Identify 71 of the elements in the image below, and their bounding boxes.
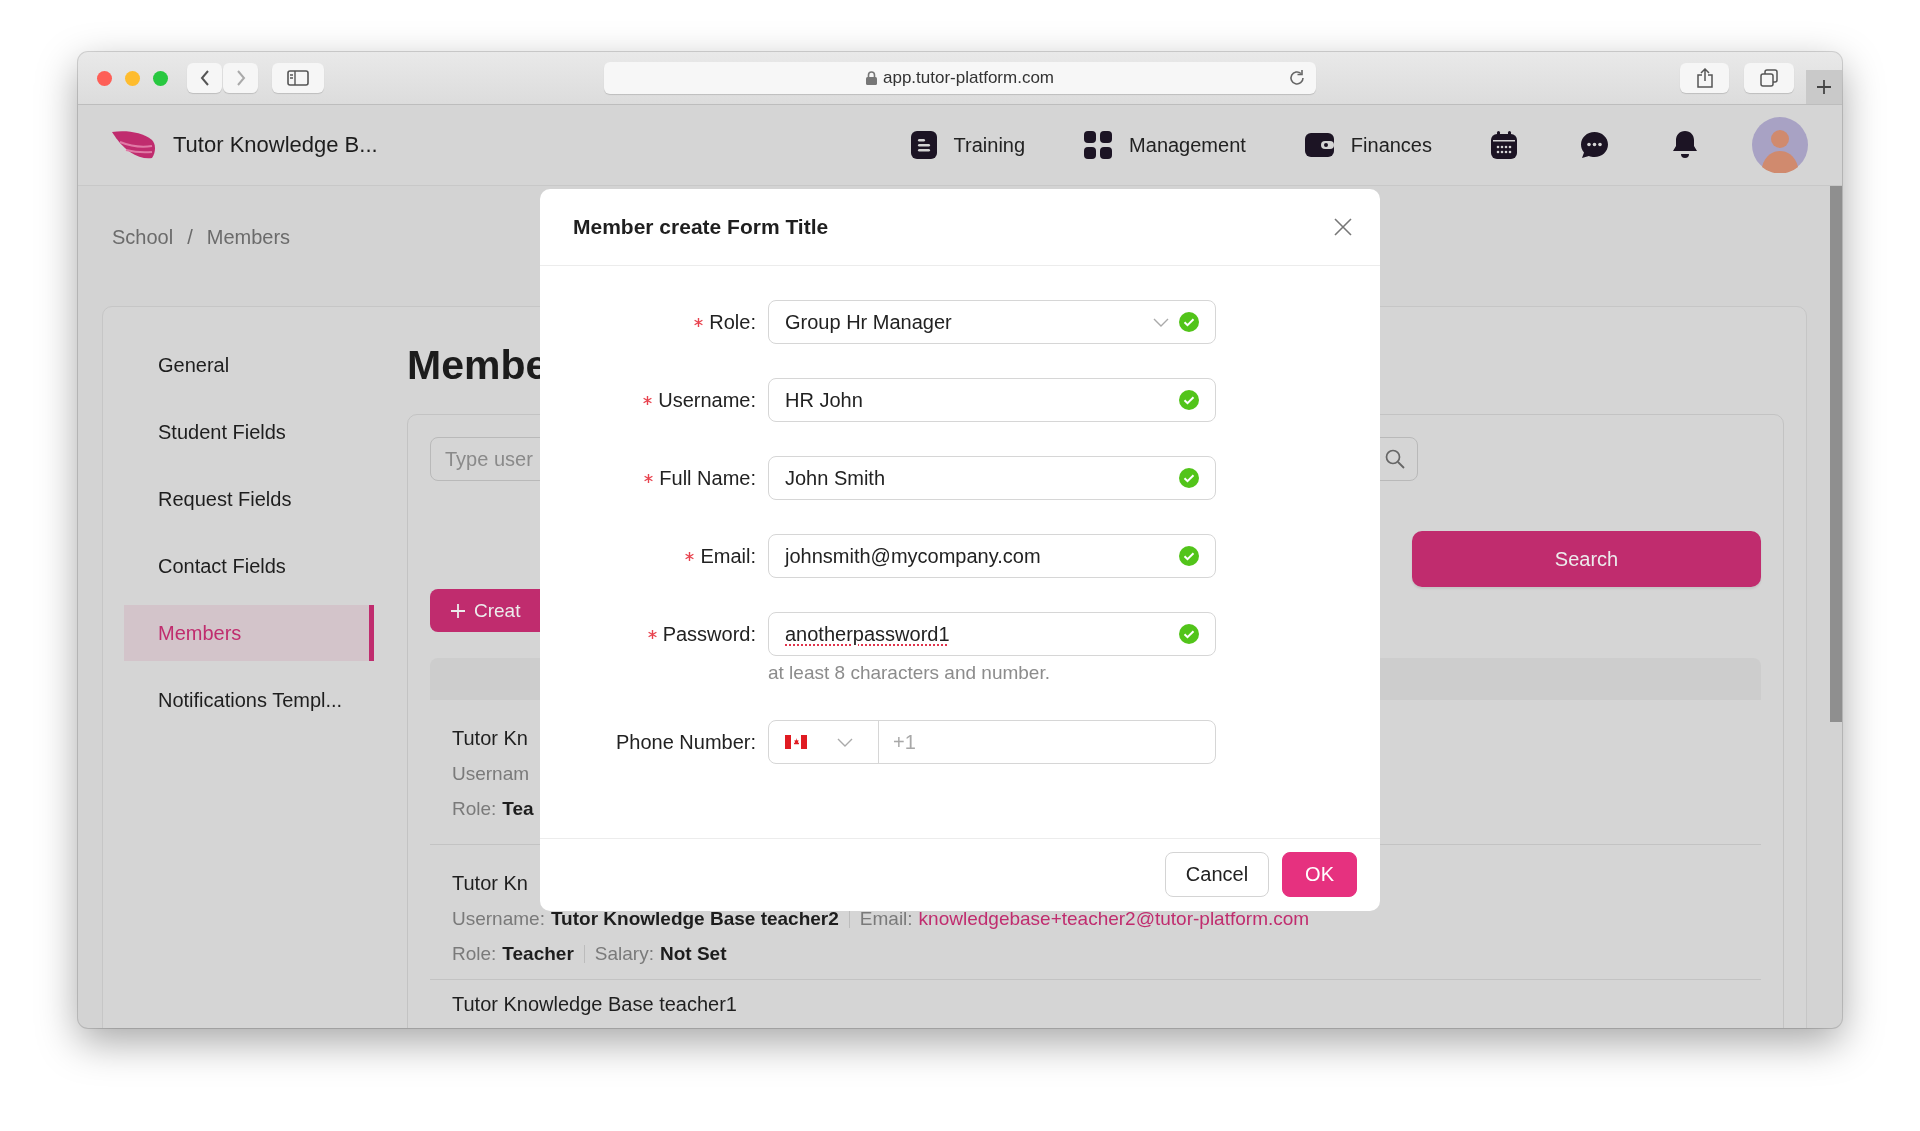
page-title: Membe xyxy=(407,341,549,390)
nav-link[interactable]: Management xyxy=(1084,131,1246,159)
field-label: Password: xyxy=(662,622,756,646)
sidebar-item[interactable]: Notifications Templ... xyxy=(124,672,374,728)
grid-icon xyxy=(1084,131,1113,159)
tabs-icon xyxy=(1760,69,1778,87)
tabs-button[interactable] xyxy=(1744,63,1794,93)
new-tab-button[interactable] xyxy=(1806,70,1842,104)
field-label: Role: xyxy=(709,310,756,334)
field-label: Email: xyxy=(700,544,756,568)
field-value: Not Set xyxy=(659,942,727,966)
plus-icon xyxy=(450,602,466,619)
search-button[interactable]: Search xyxy=(1412,531,1761,587)
document-icon xyxy=(910,131,937,159)
share-icon xyxy=(1696,68,1713,88)
calendar-icon[interactable] xyxy=(1491,131,1517,159)
sidebar-icon xyxy=(287,70,309,86)
field-label: Salary: xyxy=(594,942,654,966)
input-field[interactable]: HR John xyxy=(768,378,1216,422)
back-icon xyxy=(199,70,210,86)
chevron-down-icon xyxy=(1153,317,1169,327)
dialog-title: Member create Form Title xyxy=(573,215,829,239)
reload-icon[interactable] xyxy=(1288,69,1306,87)
back-button[interactable] xyxy=(187,63,222,93)
forward-icon xyxy=(235,70,246,86)
breadcrumb-link[interactable]: Members xyxy=(206,225,291,249)
close-icon xyxy=(1334,218,1352,236)
create-button[interactable]: Creat xyxy=(430,589,540,632)
close-window-button[interactable] xyxy=(97,70,112,86)
sidebar-button[interactable] xyxy=(272,63,324,93)
notification-bell-icon[interactable] xyxy=(1672,130,1698,160)
app-name: Tutor Knowledge B... xyxy=(173,132,378,158)
role-select[interactable]: Group Hr Manager xyxy=(768,300,1216,344)
field-label: Username: xyxy=(452,907,545,931)
input-field[interactable]: johnsmith@mycompany.com xyxy=(768,534,1216,578)
input-field[interactable]: anotherpassword1 xyxy=(768,612,1216,656)
field-label: Role: xyxy=(452,797,497,821)
address-bar[interactable]: app.tutor-platform.com xyxy=(604,62,1316,94)
field-value: Tea xyxy=(502,797,534,821)
ok-button[interactable]: OK xyxy=(1282,851,1357,897)
breadcrumb-separator: / xyxy=(187,225,193,249)
plus-icon xyxy=(1816,79,1832,95)
member-name: Tutor Kn xyxy=(452,871,528,896)
field-label: Phone Number: xyxy=(615,730,756,754)
help-text: at least 8 characters and number. xyxy=(768,661,1051,685)
scrollbar-thumb[interactable] xyxy=(1830,186,1842,722)
member-name: Tutor Knowledge Base teacher1 xyxy=(452,992,737,1017)
field-label: Username: xyxy=(658,388,756,412)
cancel-button[interactable]: Cancel xyxy=(1164,851,1270,897)
field-label: Role: xyxy=(452,942,497,966)
sidebar-item[interactable]: General xyxy=(124,337,374,393)
field-value: Teacher xyxy=(502,942,574,966)
url-text: app.tutor-platform.com xyxy=(883,68,1054,88)
sidebar-item[interactable]: Student Fields xyxy=(124,404,374,460)
share-button[interactable] xyxy=(1680,63,1729,93)
input-field[interactable]: John Smith xyxy=(768,456,1216,500)
sidebar-item[interactable]: Request Fields xyxy=(124,471,374,527)
lock-icon xyxy=(866,71,877,85)
wing-logo[interactable] xyxy=(112,130,156,160)
nav-link[interactable]: Finances xyxy=(1304,133,1432,157)
breadcrumb-link[interactable]: School xyxy=(112,225,174,249)
field-label: Email: xyxy=(859,907,913,931)
wallet-icon xyxy=(1304,133,1334,157)
field-label: Usernam xyxy=(452,762,530,786)
sidebar-item[interactable]: Contact Fields xyxy=(124,538,374,594)
field-value: Tutor Knowledge Base teacher2 xyxy=(550,907,839,931)
member-name: Tutor Kn xyxy=(452,726,528,751)
nav-link[interactable]: Training xyxy=(910,131,1026,159)
chat-icon[interactable] xyxy=(1580,131,1609,159)
field-label: Full Name: xyxy=(659,466,756,490)
search-icon[interactable] xyxy=(1385,449,1405,469)
